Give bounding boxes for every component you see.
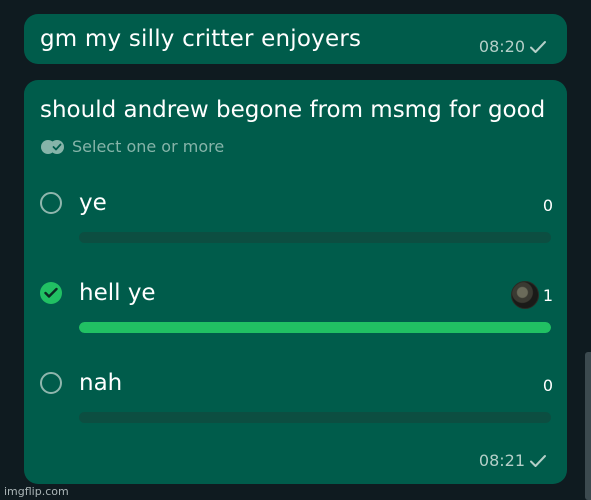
poll-bubble: should andrew begone from msmg for good … — [24, 80, 567, 484]
message-text: gm my silly critter enjoyers — [40, 26, 362, 52]
vote-count: 1 — [542, 286, 553, 305]
radio-button[interactable] — [40, 372, 62, 394]
scrollbar[interactable] — [585, 352, 591, 500]
poll-option-nah[interactable]: nah 0 — [38, 368, 553, 424]
double-check-icon — [41, 139, 64, 154]
poll-option-ye[interactable]: ye 0 — [38, 188, 553, 244]
voter-avatar[interactable] — [511, 281, 539, 309]
chat-background: gm my silly critter enjoyers 08:20 shoul… — [0, 0, 591, 500]
vote-progress-bar — [79, 232, 551, 243]
vote-progress-bar — [79, 412, 551, 423]
select-hint: Select one or more — [40, 137, 551, 156]
watermark: imgflip.com — [4, 485, 69, 498]
poll-option-label: ye — [79, 190, 107, 216]
checked-radio-button[interactable] — [40, 282, 62, 304]
poll-time: 08:21 — [478, 451, 525, 470]
poll-meta: 08:21 — [479, 451, 547, 470]
vote-progress-fill — [79, 322, 551, 333]
poll-question: should andrew begone from msmg for good — [40, 97, 546, 123]
poll-option-hell-ye[interactable]: hell ye 1 — [38, 278, 553, 334]
vote-count: 0 — [542, 196, 553, 215]
vote-count: 0 — [542, 376, 553, 395]
select-hint-text: Select one or more — [72, 137, 225, 156]
poll-option-label: nah — [79, 370, 123, 396]
check-icon — [530, 454, 546, 467]
message-meta: 08:20 — [479, 37, 547, 56]
message-time: 08:20 — [478, 37, 525, 56]
check-icon — [44, 287, 58, 298]
radio-button[interactable] — [40, 192, 62, 214]
vote-progress-bar — [79, 322, 551, 333]
poll-option-label: hell ye — [79, 280, 156, 306]
message-bubble[interactable]: gm my silly critter enjoyers 08:20 — [24, 14, 567, 64]
check-icon — [530, 40, 546, 53]
